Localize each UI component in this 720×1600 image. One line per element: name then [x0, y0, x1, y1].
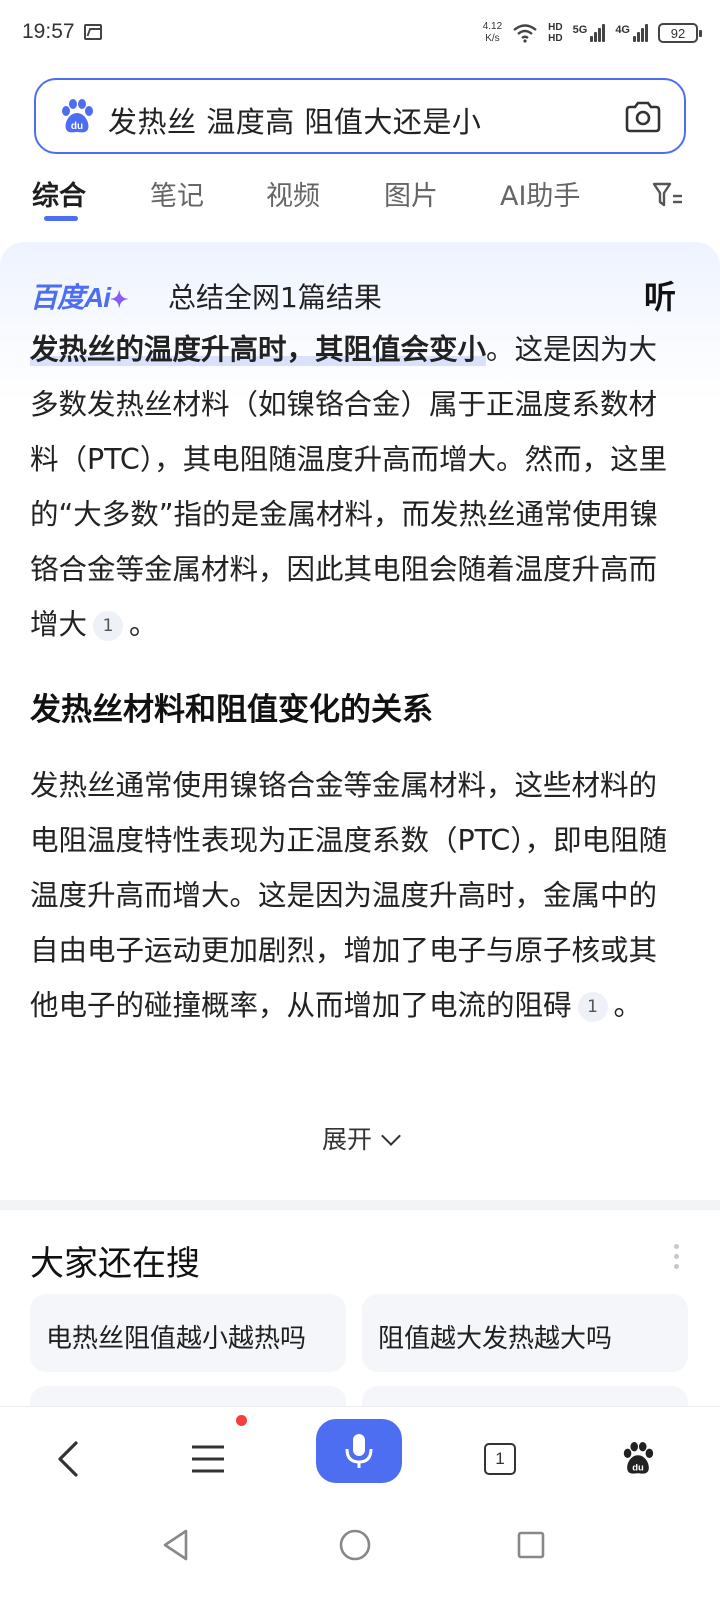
answer-text: 。这是因为大多数发热丝材料（如镍铬合金）属于正温度系数材料（PTC），其电阻随温… [30, 333, 668, 641]
reference-badge[interactable]: 1 [577, 992, 608, 1022]
tab-ai-assistant[interactable]: AI助手 [500, 174, 580, 213]
signal-label-4g: 4G [615, 24, 630, 36]
signal-bar [645, 24, 648, 42]
back-button[interactable] [38, 1429, 98, 1489]
status-indicators: 4.12 K/s HD HD 5G 4G 92 [483, 18, 702, 48]
tab-count: 1 [495, 1449, 505, 1468]
back-icon [58, 1441, 78, 1477]
signal-bar [602, 24, 606, 42]
tabs-button[interactable]: 1 [470, 1429, 530, 1489]
listen-button[interactable]: 听 [644, 272, 676, 318]
signal-bar [590, 36, 594, 42]
menu-button[interactable] [178, 1429, 238, 1489]
svg-text:du: du [632, 1462, 644, 1473]
chevron-down-icon [381, 1126, 401, 1146]
answer-highlight: 发热丝的温度升高时，其阻值会变小 [30, 333, 487, 366]
signal-icon-4g: 4G [615, 24, 648, 42]
svg-text:du: du [71, 121, 83, 132]
ai-answer-paragraph-1: 发热丝的温度升高时，其阻值会变小。这是因为大多数发热丝材料（如镍铬合金）属于正温… [30, 322, 670, 652]
hd-label-1: HD [548, 22, 563, 33]
tab-comprehensive[interactable]: 综合 [32, 174, 86, 213]
system-home-icon[interactable] [338, 1528, 372, 1562]
sparkle-icon: ✦ [110, 287, 128, 312]
more-options-icon[interactable] [674, 1244, 680, 1270]
related-searches-title: 大家还在搜 [30, 1244, 200, 1284]
baidu-paw-icon[interactable]: du [58, 98, 96, 136]
ai-logo-text: 百度Ai [30, 282, 111, 313]
system-back-icon[interactable] [160, 1528, 192, 1562]
related-search-chip[interactable]: 阻值越大发热越大吗 [362, 1294, 688, 1372]
microphone-icon [345, 1434, 373, 1468]
search-tabs: 综合 笔记 视频 图片 AI助手 [0, 164, 720, 228]
ai-summary-card: 百度Ai✦ 总结全网1篇结果 听 发热丝的温度升高时，其阻值会变小。这是因为大多… [0, 242, 720, 1202]
answer-text: 发热丝通常使用镍铬合金等金属材料，这些材料的电阻温度特性表现为正温度系数（PTC… [30, 769, 668, 1022]
system-nav-bar [0, 1516, 720, 1600]
wifi-icon [513, 24, 537, 43]
answer-text-end: 。 [613, 989, 643, 1022]
net-speed-unit: K/s [485, 33, 500, 44]
section-divider [0, 1200, 720, 1210]
baidu-home-icon: du [623, 1441, 654, 1474]
tab-active-indicator [44, 216, 78, 221]
system-recents-icon[interactable] [516, 1530, 546, 1560]
battery-icon: 92 [658, 23, 702, 43]
ai-summary-label: 总结全网1篇结果 [168, 281, 382, 314]
signal-bar [633, 36, 636, 42]
ai-answer-paragraph-2: 发热丝通常使用镍铬合金等金属材料，这些材料的电阻温度特性表现为正温度系数（PTC… [30, 758, 670, 1033]
menu-icon [192, 1445, 224, 1473]
hd-badge: HD HD [548, 22, 562, 44]
status-bar: 19:57 4.12 K/s HD HD 5G 4G 92 [0, 0, 720, 64]
voice-search-button[interactable] [316, 1419, 402, 1483]
signal-bar [598, 28, 602, 42]
baidu-ai-logo: 百度Ai✦ [30, 276, 128, 316]
bottom-nav: 1 du [0, 1406, 720, 1516]
tab-images[interactable]: 图片 [384, 174, 438, 213]
signal-bar [637, 32, 640, 42]
related-search-chip[interactable]: 电热丝阻值越小越热吗 [30, 1294, 346, 1372]
notification-dot [236, 1415, 247, 1426]
section-heading: 发热丝材料和阻值变化的关系 [30, 692, 433, 728]
tab-videos[interactable]: 视频 [266, 174, 320, 213]
expand-label: 展开 [321, 1125, 372, 1154]
hd-label-2: HD [548, 33, 563, 44]
reference-badge[interactable]: 1 [93, 611, 124, 641]
gallery-icon [84, 24, 102, 40]
signal-icon-5g: 5G [573, 24, 606, 42]
tab-notes[interactable]: 笔记 [150, 174, 204, 213]
answer-text-end: 。 [129, 608, 158, 641]
net-speed: 4.12 K/s [483, 21, 502, 45]
camera-icon[interactable] [624, 100, 662, 134]
battery-level: 92 [670, 25, 686, 41]
expand-button[interactable]: 展开 [0, 1120, 720, 1156]
status-time: 19:57 [22, 20, 75, 43]
filter-icon[interactable] [652, 180, 684, 210]
search-input[interactable]: 发热丝 温度高 阻值大还是小 [108, 99, 481, 141]
net-speed-value: 4.12 [482, 21, 503, 32]
search-box[interactable]: du 发热丝 温度高 阻值大还是小 [34, 78, 686, 154]
baidu-home-button[interactable]: du [608, 1429, 668, 1489]
signal-label-5g: 5G [572, 24, 588, 36]
signal-bar [641, 28, 644, 42]
tabs-icon: 1 [484, 1443, 516, 1475]
signal-bar [594, 32, 598, 42]
